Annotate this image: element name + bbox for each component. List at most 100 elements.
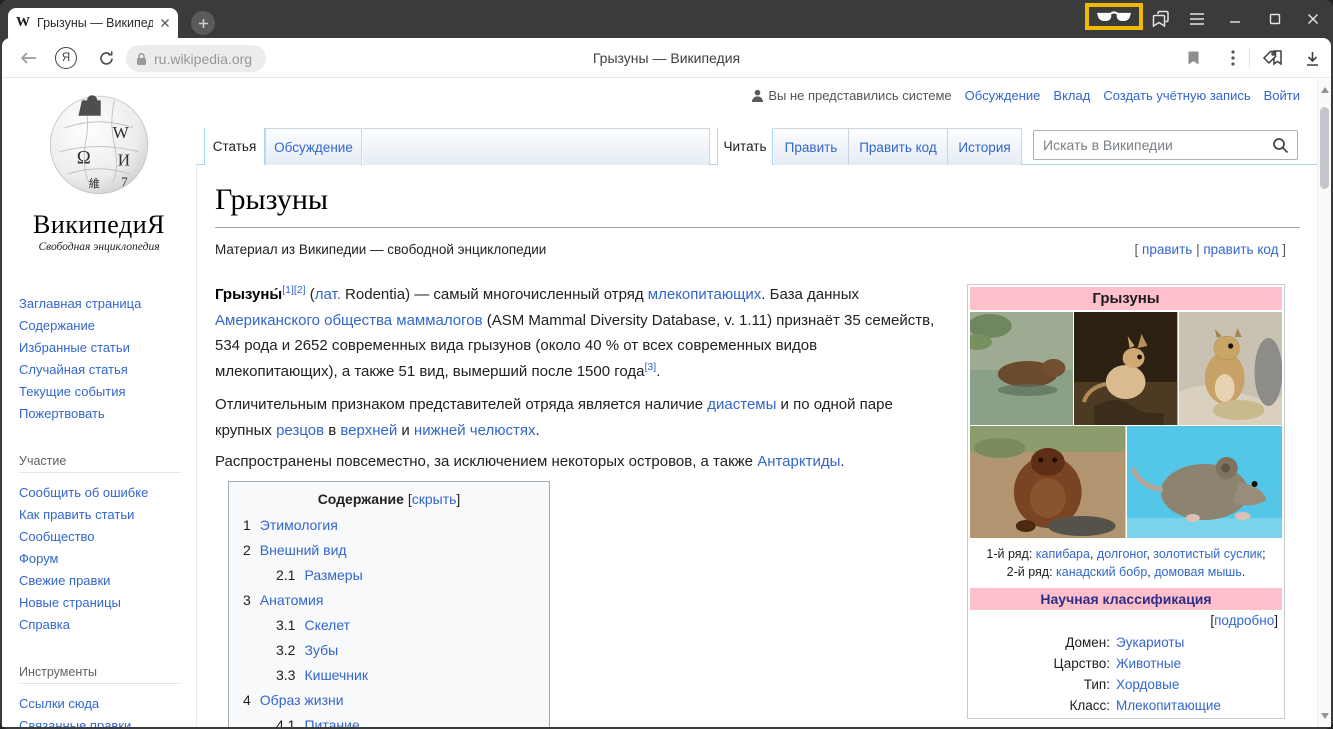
sidebar-item-how-to-edit[interactable]: Как править статьи <box>19 504 196 526</box>
wikipedia-tagline: Свободная энциклопедия <box>2 241 196 253</box>
link-eukaryota[interactable]: Эукариоты <box>1116 632 1282 653</box>
sidebar-item-report-error[interactable]: Сообщить об ошибке <box>19 482 196 504</box>
details-link[interactable]: подробно <box>1214 613 1274 628</box>
side-panel-icon[interactable] <box>1146 0 1176 38</box>
tax-row-phylum: Тип: Хордовые <box>970 674 1282 695</box>
canadian-beaver-image[interactable] <box>970 426 1126 538</box>
toc-item[interactable]: 4.1Питание <box>243 713 535 727</box>
personal-link-talk[interactable]: Обсуждение <box>965 88 1041 103</box>
link-chordata[interactable]: Хордовые <box>1116 674 1282 695</box>
svg-text:W: W <box>113 123 130 142</box>
taxobox-title: Грызуны <box>970 287 1282 310</box>
toc-item[interactable]: 2Внешний вид <box>243 538 535 563</box>
toc-item[interactable]: 3.3Кишечник <box>243 663 535 688</box>
house-mouse-image[interactable] <box>1127 426 1283 538</box>
paragraph-diastema: Отличительным признаком представителей о… <box>215 392 939 443</box>
bookmark-icon[interactable] <box>1180 38 1206 78</box>
new-tab-button[interactable] <box>191 11 215 35</box>
maximize-button[interactable] <box>1262 0 1288 38</box>
link-diastema[interactable]: диастемы <box>707 396 776 413</box>
toc-item[interactable]: 4Образ жизни <box>243 688 535 713</box>
sidebar-item-contents[interactable]: Содержание <box>19 315 196 337</box>
golden-ground-squirrel-image[interactable] <box>1179 312 1282 425</box>
browser-tab-bar: W Грызуны — Википедия <box>0 0 1333 38</box>
tab-discussion[interactable]: Обсуждение <box>265 128 362 165</box>
wikipedia-logo[interactable]: Ω W И 維 7 ВикипедиЯ Свободная энциклопед… <box>2 85 196 253</box>
springhare-image[interactable] <box>1074 312 1177 425</box>
link-animalia[interactable]: Животные <box>1116 653 1282 674</box>
browser-tab[interactable]: W Грызуны — Википедия <box>8 8 178 38</box>
link-lower-jaw[interactable]: нижней челюстях <box>414 422 536 439</box>
back-icon[interactable] <box>16 38 42 78</box>
edit-source-link[interactable]: править код <box>1203 242 1278 257</box>
link-golden-souslik[interactable]: золотистый суслик <box>1153 547 1262 561</box>
link-asm[interactable]: Американского общества маммалогов <box>215 312 483 329</box>
sidebar-item-recent-changes[interactable]: Свежие правки <box>19 570 196 592</box>
incognito-glasses-icon[interactable] <box>1096 10 1132 23</box>
collections-icon[interactable] <box>1258 38 1288 78</box>
ref-3[interactable]: [3] <box>645 361 657 373</box>
search-icon[interactable] <box>1272 137 1289 154</box>
sidebar-item-what-links-here[interactable]: Ссылки сюда <box>19 693 196 715</box>
toc-item[interactable]: 3.1Скелет <box>243 613 535 638</box>
edit-section-links: [ править | править код ] <box>1135 242 1286 257</box>
sidebar-item-random[interactable]: Случайная статья <box>19 359 196 381</box>
tab-article[interactable]: Статья <box>204 128 265 165</box>
tab-edit-source[interactable]: Править код <box>849 128 948 165</box>
sidebar-item-main-page[interactable]: Заглавная страница <box>19 293 196 315</box>
sidebar-item-featured[interactable]: Избранные статьи <box>19 337 196 359</box>
link-incisors[interactable]: резцов <box>276 422 324 439</box>
sidebar-item-related-changes[interactable]: Связанные правки <box>19 715 196 727</box>
link-mammals[interactable]: млекопитающих <box>648 286 762 303</box>
sidebar-item-forum[interactable]: Форум <box>19 548 196 570</box>
address-bar[interactable]: ru.wikipedia.org <box>126 45 266 72</box>
link-upper-jaw[interactable]: верхней <box>340 422 397 439</box>
toc-item[interactable]: 1Этимология <box>243 513 535 538</box>
scrollbar-thumb[interactable] <box>1320 107 1329 189</box>
capybara-image[interactable] <box>970 312 1073 425</box>
link-mammalia[interactable]: Млекопитающие <box>1116 695 1282 716</box>
toc-item[interactable]: 2.1Размеры <box>243 563 535 588</box>
toc-item[interactable]: 3Анатомия <box>243 588 535 613</box>
sidebar-item-help[interactable]: Справка <box>19 614 196 636</box>
link-springhare[interactable]: долгоног <box>1097 547 1146 561</box>
tab-read[interactable]: Читать <box>717 128 773 165</box>
personal-link-contributions[interactable]: Вклад <box>1053 88 1090 103</box>
tab-close-icon[interactable] <box>160 18 170 28</box>
tab-history[interactable]: История <box>948 128 1022 165</box>
edit-link[interactable]: править <box>1142 242 1192 257</box>
link-house-mouse[interactable]: домовая мышь <box>1154 565 1242 579</box>
personal-link-login[interactable]: Войти <box>1264 88 1300 103</box>
scroll-up-arrow[interactable] <box>1321 87 1329 93</box>
link-antarctica[interactable]: Антарктиды <box>757 453 840 470</box>
ref-2[interactable]: [2] <box>294 284 306 296</box>
minimize-button[interactable] <box>1222 0 1248 38</box>
download-icon[interactable] <box>1298 38 1326 78</box>
toc-hide-link[interactable]: скрыть <box>412 491 457 507</box>
sidebar-item-community[interactable]: Сообщество <box>19 526 196 548</box>
link-latin[interactable]: лат. <box>315 286 341 303</box>
ref-1[interactable]: [1] <box>282 284 294 296</box>
article-subtitle-row: Материал из Википедии — свободной энцикл… <box>215 242 1286 257</box>
svg-text:И: И <box>118 150 130 169</box>
tab-edit[interactable]: Править <box>774 128 849 165</box>
yandex-home-icon[interactable]: Я <box>52 38 80 78</box>
scroll-down-arrow[interactable] <box>1321 713 1329 719</box>
browser-toolbar: Грызуны — Википедия Я ru.wikipedia.org <box>2 38 1331 78</box>
sidebar-item-donate[interactable]: Пожертвовать <box>19 403 196 425</box>
menu-icon[interactable] <box>1184 0 1210 38</box>
search-input[interactable] <box>1034 131 1297 159</box>
login-notice: Вы не представились системе <box>751 88 951 103</box>
link-capybara[interactable]: капибара <box>1036 547 1090 561</box>
toc-item[interactable]: 3.2Зубы <box>243 638 535 663</box>
link-canadian-beaver[interactable]: канадский бобр <box>1056 565 1147 579</box>
wiki-tab-row: Статья Обсуждение Читать Править Править… <box>196 128 1317 165</box>
sidebar-section-participation: Участие <box>19 454 181 473</box>
personal-link-create-account[interactable]: Создать учётную запись <box>1103 88 1250 103</box>
sidebar-item-new-pages[interactable]: Новые страницы <box>19 592 196 614</box>
sidebar-item-current-events[interactable]: Текущие события <box>19 381 196 403</box>
reload-icon[interactable] <box>92 38 120 78</box>
close-button[interactable] <box>1300 0 1326 38</box>
tab-strip-filler <box>363 128 710 165</box>
more-options-icon[interactable] <box>1222 38 1244 78</box>
